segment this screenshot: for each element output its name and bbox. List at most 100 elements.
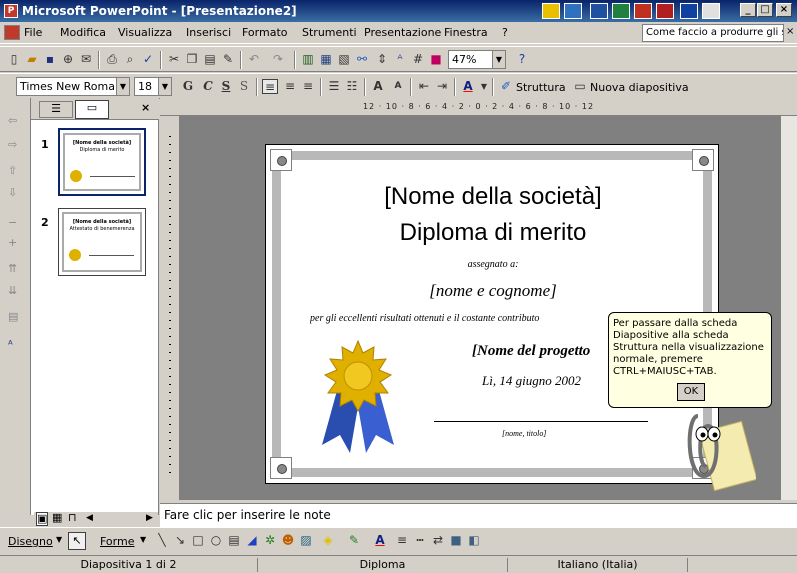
taskbar-icon-d[interactable] (702, 3, 720, 19)
rectangle-icon[interactable]: □ (190, 533, 206, 548)
line-icon[interactable]: ╲ (154, 533, 170, 548)
tab-slides[interactable]: ▭ (75, 100, 109, 119)
expand-icon[interactable]: + (8, 236, 17, 249)
maximize-button[interactable]: □ (757, 3, 773, 17)
paste-icon[interactable]: ▤ (202, 52, 218, 67)
tables-borders-icon[interactable]: ▧ (336, 52, 352, 67)
decrease-font-icon[interactable]: A (390, 79, 406, 94)
textbox-icon[interactable]: ▤ (226, 533, 242, 548)
new-slide-button[interactable]: Nuova diapositiva (590, 81, 689, 94)
collapse-all-icon[interactable]: ⇈ (8, 262, 17, 275)
slide-thumbnail-2[interactable]: [Nome della società] Attestato di beneme… (58, 208, 146, 276)
spelling-icon[interactable]: ✓ (140, 52, 156, 67)
close-button[interactable]: × (776, 3, 792, 17)
diploma-title[interactable]: Diploma di merito (266, 219, 720, 247)
increase-font-icon[interactable]: A (370, 79, 386, 94)
summary-slide-icon[interactable]: ▤ (8, 310, 18, 323)
promote-icon[interactable]: ⇦ (8, 114, 17, 127)
diagram-icon[interactable]: ✲ (262, 533, 278, 548)
scroll-left-icon[interactable]: ◀ (86, 512, 93, 524)
minimize-button[interactable]: _ (740, 3, 756, 17)
font-color-icon[interactable]: A (460, 79, 476, 94)
close-document-icon[interactable]: × (786, 26, 794, 37)
numbering-icon[interactable]: ☰ (326, 79, 342, 94)
chevron-down-icon[interactable]: ▼ (140, 535, 146, 544)
italic-button[interactable]: C (200, 79, 216, 94)
office-assistant-icon[interactable] (676, 406, 756, 496)
menu-visualizza[interactable]: Visualizza (118, 26, 172, 39)
increase-indent-icon[interactable]: ⇥ (434, 79, 450, 94)
shadow-button[interactable]: S (236, 79, 252, 94)
save-icon[interactable]: ▪ (42, 52, 58, 67)
oval-icon[interactable]: ○ (208, 533, 224, 548)
menu-modifica[interactable]: Modifica (60, 26, 106, 39)
project-name[interactable]: [Nome del progetto (472, 343, 590, 360)
align-right-icon[interactable]: ≡ (300, 79, 316, 94)
menu-finestra[interactable]: Finestra (444, 26, 488, 39)
fill-color-icon[interactable]: ◈ (320, 533, 336, 548)
word-icon[interactable] (590, 3, 608, 19)
normal-view-icon[interactable]: ▣ (36, 512, 49, 526)
access-icon[interactable] (656, 3, 674, 19)
help-icon[interactable]: ? (514, 52, 530, 67)
award-date[interactable]: Lì, 14 giugno 2002 (482, 373, 581, 389)
decrease-indent-icon[interactable]: ⇤ (416, 79, 432, 94)
arrow-icon[interactable]: ↘ (172, 533, 188, 548)
copy-icon[interactable]: ❐ (184, 52, 200, 67)
chevron-down-icon[interactable]: ▼ (492, 51, 505, 68)
menu-presentazione[interactable]: Presentazione (364, 26, 441, 39)
powerpoint-app-icon[interactable]: P (4, 4, 18, 18)
line-style-icon[interactable]: ≡ (394, 533, 410, 548)
notes-pane[interactable]: Fare clic per inserire le note (160, 503, 797, 527)
clipart-icon[interactable]: ☻ (280, 533, 296, 548)
email-icon[interactable]: ✉ (78, 52, 94, 67)
slide-thumbnail-1[interactable]: [Nome della società] Diploma di merito (58, 128, 146, 196)
bullets-icon[interactable]: ☷ (344, 79, 360, 94)
show-formatting-icon[interactable]: ᴬ (8, 338, 13, 351)
insert-chart-icon[interactable]: ▥ (300, 52, 316, 67)
3d-style-icon[interactable]: ◧ (466, 533, 482, 548)
show-formatting-icon[interactable]: ᴬ (392, 52, 408, 67)
design-icon[interactable]: ✐ (498, 79, 514, 94)
scroll-right-icon[interactable]: ▶ (146, 512, 153, 524)
print-icon[interactable]: ⎙ (104, 52, 120, 67)
move-down-icon[interactable]: ⇩ (8, 186, 17, 199)
new-slide-icon[interactable]: ▭ (572, 79, 588, 94)
taskbar-icon-c[interactable] (680, 3, 698, 19)
move-up-icon[interactable]: ⇧ (8, 164, 17, 177)
design-button[interactable]: Struttura (516, 81, 566, 94)
help-question-input[interactable]: Come faccio a produrre gli s (642, 24, 784, 42)
color-grayscale-icon[interactable]: ■ (428, 52, 444, 67)
menu-strumenti[interactable]: Strumenti (302, 26, 357, 39)
document-icon[interactable] (4, 25, 20, 40)
chevron-down-icon[interactable]: ▼ (116, 78, 129, 95)
excel-icon[interactable] (612, 3, 630, 19)
font-size-select[interactable]: 18 ▼ (134, 77, 172, 96)
menu-inserisci[interactable]: Inserisci (186, 26, 231, 39)
expand-all-icon[interactable]: ⇕ (374, 52, 390, 67)
zoom-select[interactable]: 47% ▼ (448, 50, 506, 69)
permission-icon[interactable]: ⊕ (60, 52, 76, 67)
print-preview-icon[interactable]: ⌕ (122, 52, 138, 67)
bold-button[interactable]: G (180, 79, 196, 94)
company-name[interactable]: [Nome della società] (266, 183, 720, 211)
open-icon[interactable]: ▰ (24, 52, 40, 67)
select-objects-icon[interactable]: ↖ (68, 532, 86, 550)
new-icon[interactable]: ▯ (6, 52, 22, 67)
close-pane-icon[interactable]: × (141, 101, 150, 114)
vertical-scrollbar[interactable] (780, 116, 797, 500)
redo-icon[interactable]: ↷ (270, 52, 286, 67)
taskbar-icon-b[interactable] (564, 3, 582, 19)
picture-icon[interactable]: ▨ (298, 533, 314, 548)
menu-formato[interactable]: Formato (242, 26, 288, 39)
demote-icon[interactable]: ⇨ (8, 138, 17, 151)
chevron-down-icon[interactable]: ▼ (476, 79, 492, 94)
ok-button[interactable]: OK (677, 383, 705, 401)
recipient-name[interactable]: [nome e cognome] (266, 281, 720, 301)
font-select[interactable]: Times New Roman ▼ (16, 77, 130, 96)
menu-help[interactable]: ? (502, 26, 508, 39)
chevron-down-icon[interactable]: ▼ (158, 78, 171, 95)
taskbar-icon-a[interactable] (542, 3, 560, 19)
line-color-icon[interactable]: ✎ (346, 533, 362, 548)
cut-icon[interactable]: ✂ (166, 52, 182, 67)
